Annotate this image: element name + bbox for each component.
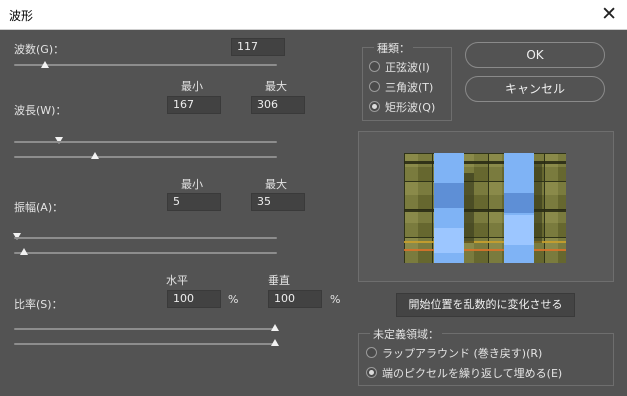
radio-wrap-around-label[interactable]: ラップアラウンド (巻き戻す)(R)	[382, 345, 542, 361]
amplitude-min-header: 最小	[181, 178, 203, 191]
radio-triangle-label[interactable]: 三角波(T)	[385, 79, 433, 95]
generators-slider-thumb[interactable]	[41, 61, 49, 68]
scale-horizontal-slider-track[interactable]	[14, 328, 277, 330]
scale-horizontal-header: 水平	[166, 274, 188, 287]
wavelength-min-slider-track[interactable]	[14, 141, 277, 143]
amplitude-max-header: 最大	[265, 178, 287, 191]
preview-image	[404, 153, 566, 263]
cancel-button[interactable]: キャンセル	[465, 76, 605, 102]
scale-horizontal-slider-thumb[interactable]	[271, 324, 279, 331]
preview-frame	[358, 131, 614, 282]
wavelength-min-input[interactable]: 167	[167, 96, 221, 114]
randomize-button[interactable]: 開始位置を乱数的に変化させる	[396, 293, 575, 317]
wavelength-max-header: 最大	[265, 80, 287, 93]
wavelength-min-header: 最小	[181, 80, 203, 93]
radio-triangle[interactable]	[369, 81, 380, 92]
type-group-legend: 種類：	[374, 40, 413, 56]
amplitude-max-slider-thumb[interactable]	[20, 248, 28, 255]
amplitude-max-slider-track[interactable]	[14, 252, 277, 254]
amplitude-min-input[interactable]: 5	[167, 193, 221, 211]
wavelength-label: 波長(W)：	[14, 104, 67, 117]
undefined-area-legend: 未定義領域：	[370, 326, 442, 342]
wavelength-max-slider-track[interactable]	[14, 156, 277, 158]
scale-vertical-input[interactable]: 100	[268, 290, 322, 308]
amplitude-label: 振幅(A)：	[14, 201, 64, 214]
ok-button[interactable]: OK	[465, 42, 605, 68]
scale-vertical-unit: %	[330, 293, 341, 306]
scale-label: 比率(S)：	[14, 298, 63, 311]
amplitude-min-slider-track[interactable]	[14, 237, 277, 239]
close-icon[interactable]: ✕	[601, 4, 617, 24]
radio-repeat-edge-label[interactable]: 端のピクセルを繰り返して埋める(E)	[382, 365, 562, 381]
generators-label: 波数(G)：	[14, 43, 65, 56]
radio-wrap-around[interactable]	[366, 347, 377, 358]
scale-vertical-slider-track[interactable]	[14, 343, 277, 345]
radio-sine-label[interactable]: 正弦波(I)	[385, 59, 430, 75]
radio-square-label[interactable]: 矩形波(Q)	[385, 99, 435, 115]
amplitude-max-input[interactable]: 35	[251, 193, 305, 211]
radio-sine[interactable]	[369, 61, 380, 72]
generators-input[interactable]: 117	[231, 38, 285, 56]
wavelength-max-slider-thumb[interactable]	[91, 152, 99, 159]
title-bar: 波形 ✕	[0, 0, 627, 30]
scale-horizontal-input[interactable]: 100	[167, 290, 221, 308]
scale-vertical-slider-thumb[interactable]	[271, 339, 279, 346]
radio-square[interactable]	[369, 101, 380, 112]
scale-vertical-header: 垂直	[268, 274, 290, 287]
wavelength-max-input[interactable]: 306	[251, 96, 305, 114]
radio-repeat-edge[interactable]	[366, 367, 377, 378]
generators-slider-track[interactable]	[14, 64, 277, 66]
scale-horizontal-unit: %	[228, 293, 239, 306]
window-title: 波形	[9, 9, 34, 23]
